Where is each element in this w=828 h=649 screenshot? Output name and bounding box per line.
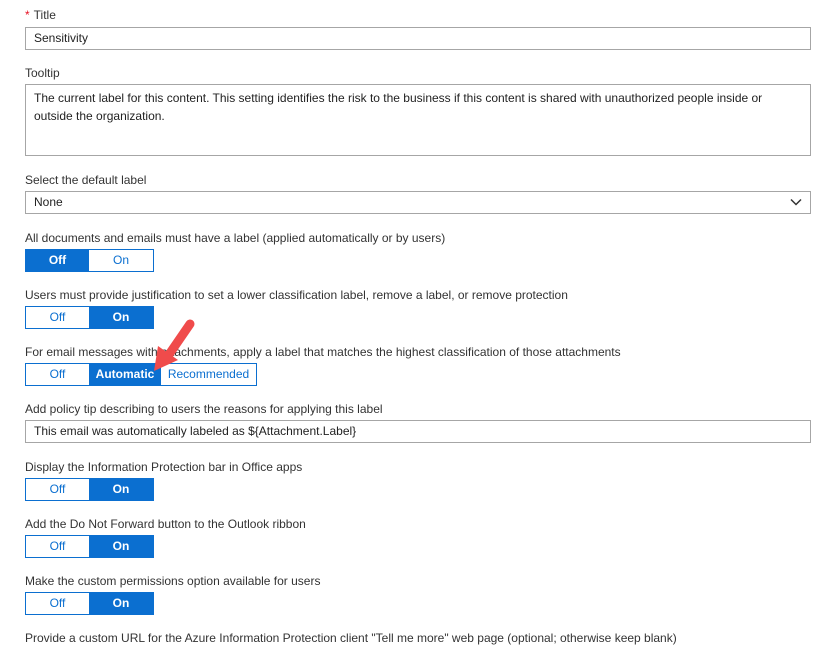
custom-permissions-on[interactable]: On	[89, 593, 153, 614]
title-label-text: Title	[33, 8, 56, 22]
mandatory-label-off[interactable]: Off	[26, 250, 89, 271]
email-attachments-automatic[interactable]: Automatic	[89, 364, 161, 385]
custom-permissions-off[interactable]: Off	[26, 593, 89, 614]
title-label: * Title	[25, 8, 56, 22]
required-mark: *	[25, 8, 30, 22]
do-not-forward-off[interactable]: Off	[26, 536, 89, 557]
info-bar-label: Display the Information Protection bar i…	[25, 460, 303, 474]
do-not-forward-on[interactable]: On	[89, 536, 153, 557]
info-bar-toggle[interactable]: Off On	[25, 478, 154, 501]
mandatory-label-on[interactable]: On	[89, 250, 153, 271]
default-label-dropdown[interactable]: None	[25, 191, 811, 214]
annotation-arrow-icon	[154, 319, 195, 371]
email-attachments-label: For email messages with attachments, app…	[25, 345, 621, 359]
email-attachments-toggle[interactable]: Off Automatic Recommended	[25, 363, 257, 386]
default-label-value: None	[34, 195, 63, 209]
tooltip-label: Tooltip	[25, 66, 60, 80]
policy-tip-input[interactable]: This email was automatically labeled as …	[25, 420, 811, 443]
tooltip-textarea[interactable]: The current label for this content. This…	[25, 84, 811, 156]
title-input[interactable]: Sensitivity	[25, 27, 811, 50]
do-not-forward-toggle[interactable]: Off On	[25, 535, 154, 558]
custom-permissions-label: Make the custom permissions option avail…	[25, 574, 321, 588]
do-not-forward-label: Add the Do Not Forward button to the Out…	[25, 517, 306, 531]
custom-url-label: Provide a custom URL for the Azure Infor…	[25, 631, 677, 645]
justification-toggle[interactable]: Off On	[25, 306, 154, 329]
chevron-down-icon	[790, 198, 802, 206]
justification-on[interactable]: On	[89, 307, 153, 328]
mandatory-label-label: All documents and emails must have a lab…	[25, 231, 446, 245]
email-attachments-off[interactable]: Off	[26, 364, 89, 385]
info-bar-on[interactable]: On	[89, 479, 153, 500]
policy-tip-label: Add policy tip describing to users the r…	[25, 402, 383, 416]
custom-permissions-toggle[interactable]: Off On	[25, 592, 154, 615]
mandatory-label-toggle[interactable]: Off On	[25, 249, 154, 272]
justification-off[interactable]: Off	[26, 307, 89, 328]
justification-label: Users must provide justification to set …	[25, 288, 568, 302]
info-bar-off[interactable]: Off	[26, 479, 89, 500]
default-label-label: Select the default label	[25, 173, 147, 187]
